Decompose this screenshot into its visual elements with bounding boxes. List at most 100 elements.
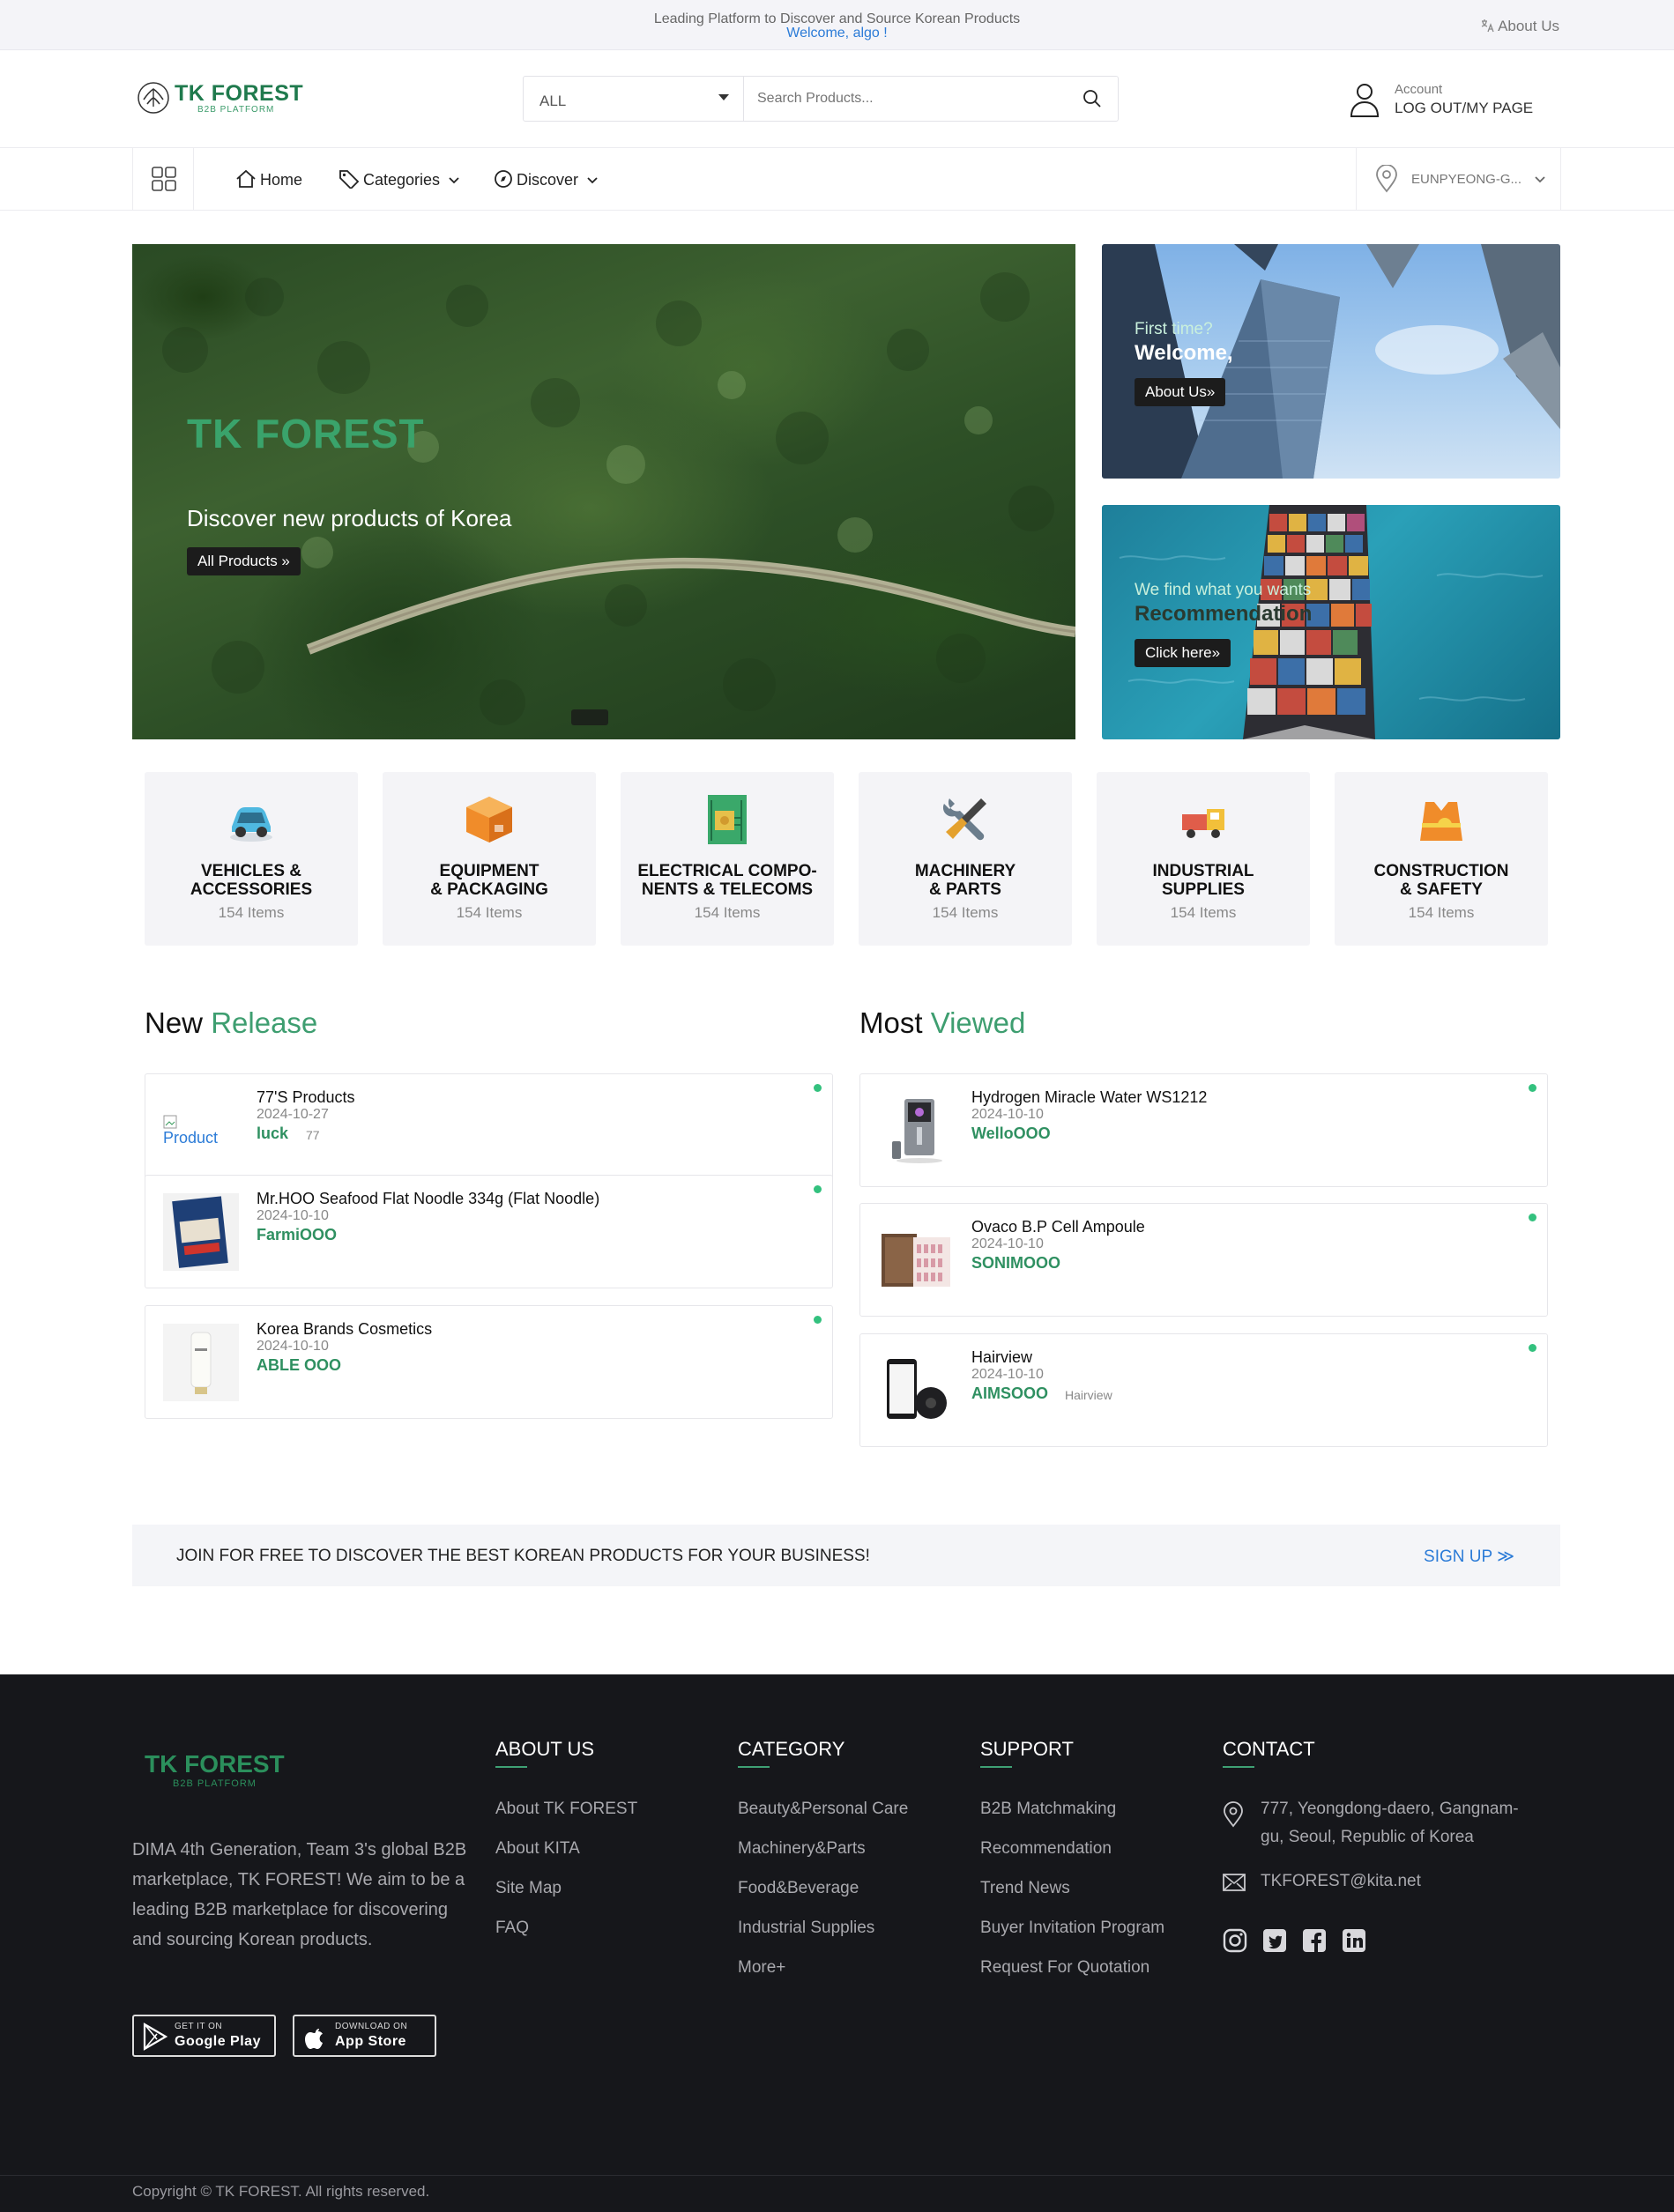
welcome-message: Welcome, algo ! — [786, 26, 888, 41]
product-tag: 77 — [306, 1128, 320, 1142]
footer-link[interactable]: Site Map — [495, 1879, 562, 1898]
hero-forest-banner: TK FOREST Discover new products of Korea… — [132, 244, 1075, 739]
top-about-us-link[interactable]: About Us — [1480, 18, 1559, 35]
nav-home-label: Home — [260, 171, 303, 189]
category-name: CONSTRUCTION & SAFETY — [1373, 862, 1509, 899]
car-icon — [230, 807, 272, 842]
click-here-button[interactable]: Click here» — [1135, 639, 1231, 667]
join-banner: JOIN FOR FREE TO DISCOVER THE BEST KOREA… — [132, 1525, 1560, 1586]
all-products-button[interactable]: All Products » — [187, 547, 301, 575]
nav-home[interactable]: Home — [235, 169, 302, 189]
google-play-button[interactable]: GET IT ON Google Play — [132, 2015, 276, 2057]
footer-link[interactable]: FAQ — [495, 1919, 529, 1938]
menu-grid-button[interactable] — [132, 148, 194, 210]
site-header: TK FOREST B2B PLATFORM ALL Account LOG O… — [0, 50, 1674, 148]
map-pin-icon — [1224, 1801, 1243, 1828]
footer-link[interactable]: Request For Quotation — [980, 1958, 1149, 1978]
safety-vest-icon — [1420, 802, 1462, 841]
product-date: 2024-10-27 — [257, 1107, 329, 1122]
category-name: VEHICLES & ACCESSORIES — [190, 862, 313, 899]
chevron-down-icon — [587, 177, 598, 184]
product-name[interactable]: Hydrogen Miracle Water WS1212 — [971, 1088, 1207, 1107]
category-card-industrial[interactable]: INDUSTRIAL SUPPLIES 154 Items — [1097, 772, 1310, 946]
sign-up-link[interactable]: SIGN UP ≫ — [1424, 1547, 1514, 1567]
search-icon[interactable] — [1083, 89, 1102, 108]
footer-link[interactable]: Industrial Supplies — [738, 1919, 874, 1938]
footer-link[interactable]: Trend News — [980, 1879, 1070, 1898]
product-name[interactable]: Hairview — [971, 1348, 1032, 1367]
map-pin-icon — [1376, 165, 1397, 193]
footer-link[interactable]: Machinery&Parts — [738, 1839, 866, 1859]
new-release-item[interactable]: Mr.HOO Seafood Flat Noodle 334g (Flat No… — [145, 1175, 833, 1288]
category-name: EQUIPMENT & PACKAGING — [430, 862, 548, 899]
company-name[interactable]: WelloOOO — [971, 1125, 1051, 1143]
company-name[interactable]: FarmiOOO — [257, 1226, 337, 1244]
contact-email[interactable]: TKFOREST@kita.net — [1261, 1872, 1421, 1891]
user-account-icon[interactable] — [1349, 81, 1380, 118]
product-name[interactable]: Mr.HOO Seafood Flat Noodle 334g (Flat No… — [257, 1190, 599, 1208]
footer-about-title: ABOUT US — [495, 1738, 595, 1760]
recommendation-banner: We find what you wants Recommendation Cl… — [1102, 505, 1560, 739]
product-name[interactable]: Ovaco B.P Cell Ampoule — [971, 1218, 1145, 1236]
category-card-electrical[interactable]: ELECTRICAL COMPO- NENTS & TELECOMS 154 It… — [621, 772, 834, 946]
search-category-select[interactable]: ALL — [524, 77, 744, 121]
apple-icon — [305, 2029, 323, 2049]
location-label: EUNPYEONG-G... — [1411, 172, 1522, 187]
instagram-icon[interactable] — [1223, 1928, 1247, 1953]
footer-link[interactable]: Recommendation — [980, 1839, 1112, 1859]
company-name[interactable]: AIMSOOO — [971, 1384, 1048, 1403]
category-card-equipment[interactable]: EQUIPMENT & PACKAGING 154 Items — [383, 772, 596, 946]
location-selector[interactable]: EUNPYEONG-G... — [1356, 148, 1561, 210]
twitter-icon[interactable] — [1262, 1928, 1287, 1953]
nav-discover[interactable]: Discover — [494, 169, 599, 189]
tk-forest-logo-icon[interactable] — [136, 80, 171, 115]
category-name: ELECTRICAL COMPO- NENTS & TELECOMS — [637, 862, 817, 899]
welcome-banner: First time? Welcome, About Us» — [1102, 244, 1560, 479]
footer-link[interactable]: Buyer Invitation Program — [980, 1919, 1164, 1938]
company-name[interactable]: ABLE OOO — [257, 1356, 341, 1375]
app-store-small: DOWNLOAD ON — [335, 2022, 408, 2031]
footer-logo-text[interactable]: TK FOREST — [145, 1750, 285, 1778]
new-release-item[interactable]: Korea Brands Cosmetics 2024-10-10 ABLE O… — [145, 1305, 833, 1419]
join-text: JOIN FOR FREE TO DISCOVER THE BEST KOREA… — [176, 1547, 870, 1565]
category-name: INDUSTRIAL SUPPLIES — [1152, 862, 1254, 899]
linkedin-icon[interactable] — [1342, 1928, 1366, 1953]
footer-link[interactable]: B2B Matchmaking — [980, 1800, 1116, 1819]
footer-category-title: CATEGORY — [738, 1738, 845, 1760]
footer-contact-title: CONTACT — [1223, 1738, 1315, 1760]
hairview-device-image — [887, 1359, 947, 1419]
product-name[interactable]: Korea Brands Cosmetics — [257, 1320, 432, 1339]
about-us-button[interactable]: About Us» — [1135, 378, 1226, 406]
most-viewed-item[interactable]: Ovaco B.P Cell Ampoule 2024-10-10 SONIMO… — [859, 1203, 1548, 1317]
most-viewed-item[interactable]: Hydrogen Miracle Water WS1212 2024-10-10… — [859, 1073, 1548, 1187]
company-name[interactable]: SONIMOOO — [971, 1254, 1060, 1273]
search-input[interactable] — [745, 77, 1071, 121]
category-card-construction[interactable]: CONSTRUCTION & SAFETY 154 Items — [1335, 772, 1548, 946]
footer-link[interactable]: About TK FOREST — [495, 1800, 637, 1819]
logout-mypage-link[interactable]: LOG OUT/MY PAGE — [1395, 100, 1533, 117]
nav-categories-label: Categories — [363, 171, 441, 189]
chevron-down-icon — [1535, 176, 1545, 183]
new-release-item[interactable]: Product 77'S Products 2024-10-27 luck 77 — [145, 1073, 833, 1187]
footer-link[interactable]: More+ — [738, 1958, 785, 1978]
app-store-button[interactable]: DOWNLOAD ON App Store — [293, 2015, 436, 2057]
footer-link[interactable]: Beauty&Personal Care — [738, 1800, 908, 1819]
most-viewed-item[interactable]: Hairview 2024-10-10 AIMSOOO Hairview — [859, 1333, 1548, 1447]
site-logo-text[interactable]: TK FOREST — [175, 81, 303, 107]
new-release-title: New Release — [145, 1006, 318, 1039]
footer-link[interactable]: About KITA — [495, 1839, 580, 1859]
box-icon — [466, 797, 512, 842]
footer-title-underline — [495, 1766, 527, 1768]
facebook-icon[interactable] — [1302, 1928, 1327, 1953]
top-announcement-bar: Leading Platform to Discover and Source … — [0, 0, 1674, 50]
product-name[interactable]: 77'S Products — [257, 1088, 355, 1107]
category-count: 154 Items — [1408, 904, 1475, 921]
category-count: 154 Items — [694, 904, 761, 921]
category-card-vehicles[interactable]: VEHICLES & ACCESSORIES 154 Items — [145, 772, 358, 946]
category-card-machinery[interactable]: MACHINERY & PARTS 154 Items — [859, 772, 1072, 946]
company-name[interactable]: luck — [257, 1125, 288, 1143]
product-tag: Hairview — [1065, 1388, 1112, 1402]
nav-categories[interactable]: Categories — [339, 169, 460, 190]
caret-down-icon — [718, 94, 729, 100]
footer-link[interactable]: Food&Beverage — [738, 1879, 859, 1898]
